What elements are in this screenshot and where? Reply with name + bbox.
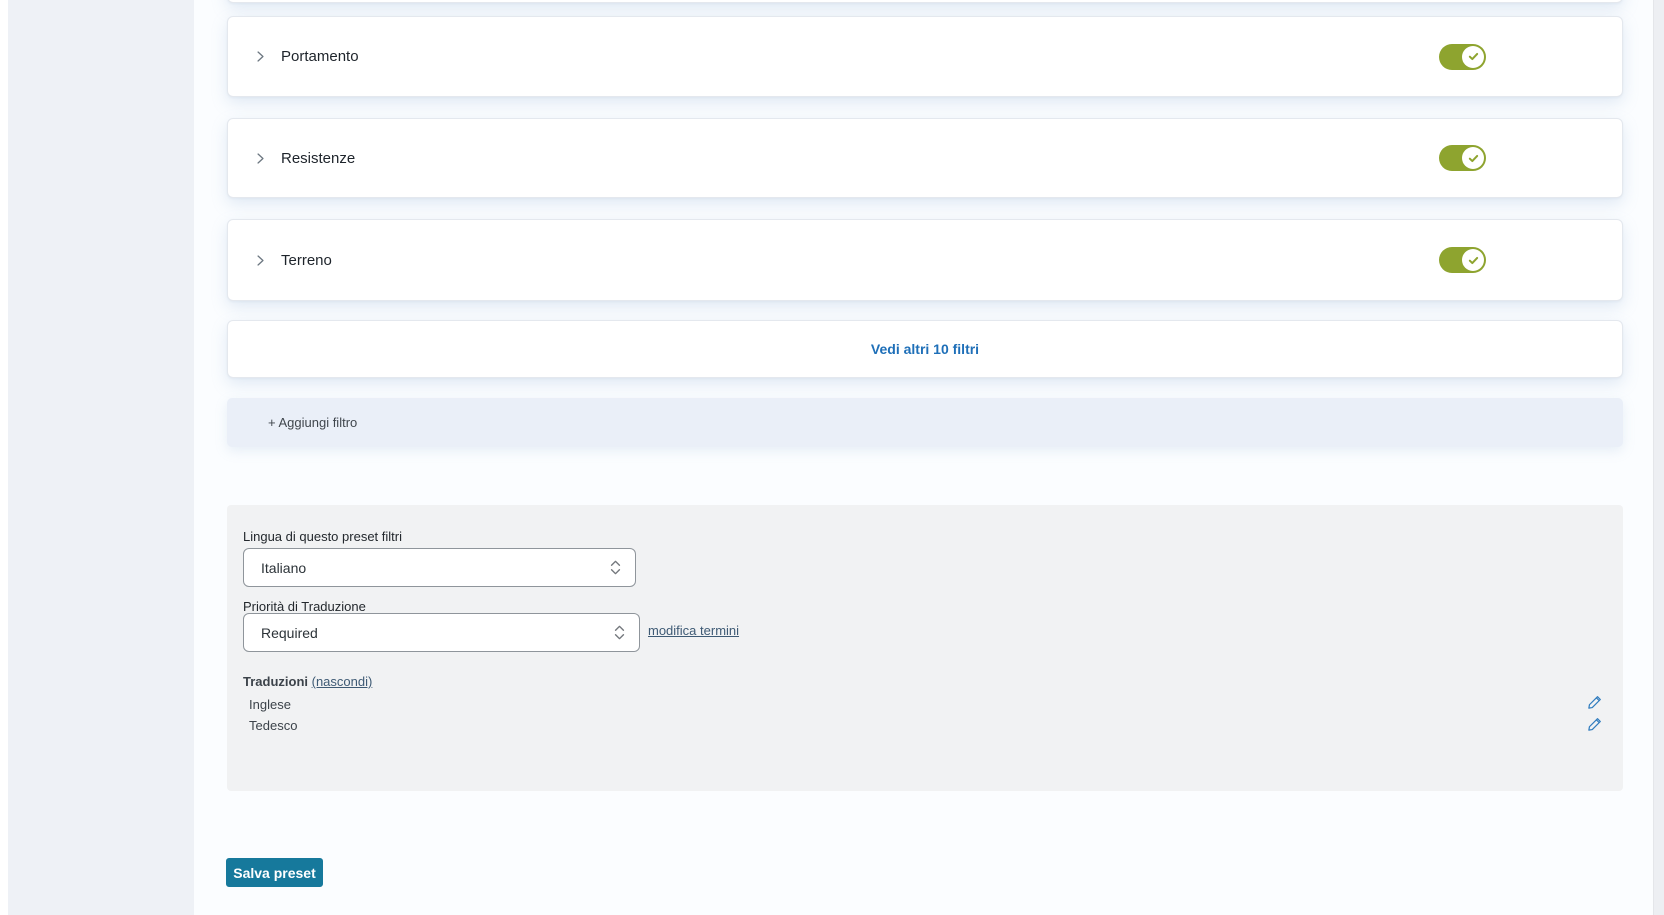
translations-heading: Traduzioni (nascondi) — [243, 674, 372, 689]
translation-row-tedesco: Tedesco — [249, 718, 298, 733]
chevron-right-icon[interactable] — [254, 50, 267, 63]
preset-settings-card: Lingua di questo preset filtri Italiano … — [227, 505, 1623, 791]
show-more-filters-card: Vedi altri 10 filtri — [227, 320, 1623, 378]
edit-translation-inglese-button[interactable] — [1586, 695, 1602, 711]
left-sidebar-rail — [8, 0, 194, 915]
add-filter-label: + Aggiungi filtro — [268, 415, 358, 430]
edit-translation-tedesco-button[interactable] — [1586, 717, 1602, 733]
filter-panel-portamento[interactable]: Portamento — [227, 16, 1623, 97]
save-preset-button[interactable]: Salva preset — [226, 858, 323, 887]
panel-title: Portamento — [281, 48, 359, 65]
pencil-icon — [1587, 718, 1601, 731]
toggle-knob-check-icon — [1462, 249, 1484, 271]
filters-preset-page: Portamento Resistenze Terreno Vedi altri… — [0, 0, 1664, 915]
filter-panel-resistenze[interactable]: Resistenze — [227, 118, 1623, 198]
toggle-terreno-on[interactable] — [1439, 247, 1486, 273]
vertical-scrollbar[interactable] — [1653, 0, 1664, 915]
language-select-value: Italiano — [261, 559, 307, 576]
select-updown-icon — [610, 560, 621, 575]
toggle-knob-check-icon — [1462, 147, 1484, 169]
select-updown-icon — [614, 625, 625, 640]
hide-translations-link[interactable]: (nascondi) — [312, 674, 373, 689]
priority-select[interactable]: Required — [243, 613, 640, 652]
language-select-label: Lingua di questo preset filtri — [243, 529, 402, 544]
toggle-knob-check-icon — [1462, 45, 1484, 68]
panel-title: Resistenze — [281, 149, 356, 167]
toggle-portamento-on[interactable] — [1439, 43, 1486, 70]
language-select[interactable]: Italiano — [243, 548, 636, 587]
pencil-icon — [1587, 696, 1601, 709]
translations-label: Traduzioni — [243, 674, 308, 689]
add-filter-button[interactable]: + Aggiungi filtro — [227, 398, 1623, 447]
chevron-right-icon[interactable] — [254, 254, 267, 267]
previous-panel-cutoff — [227, 0, 1623, 3]
translation-row-inglese: Inglese — [249, 697, 291, 712]
panel-title: Terreno — [281, 251, 332, 269]
toggle-resistenze-on[interactable] — [1439, 145, 1486, 171]
edit-terms-link[interactable]: modifica termini — [648, 623, 739, 638]
priority-select-label: Priorità di Traduzione — [243, 599, 366, 614]
filter-panel-terreno[interactable]: Terreno — [227, 219, 1623, 301]
chevron-right-icon[interactable] — [254, 152, 267, 165]
priority-select-value: Required — [261, 624, 318, 641]
show-more-filters-link[interactable]: Vedi altri 10 filtri — [871, 341, 979, 357]
